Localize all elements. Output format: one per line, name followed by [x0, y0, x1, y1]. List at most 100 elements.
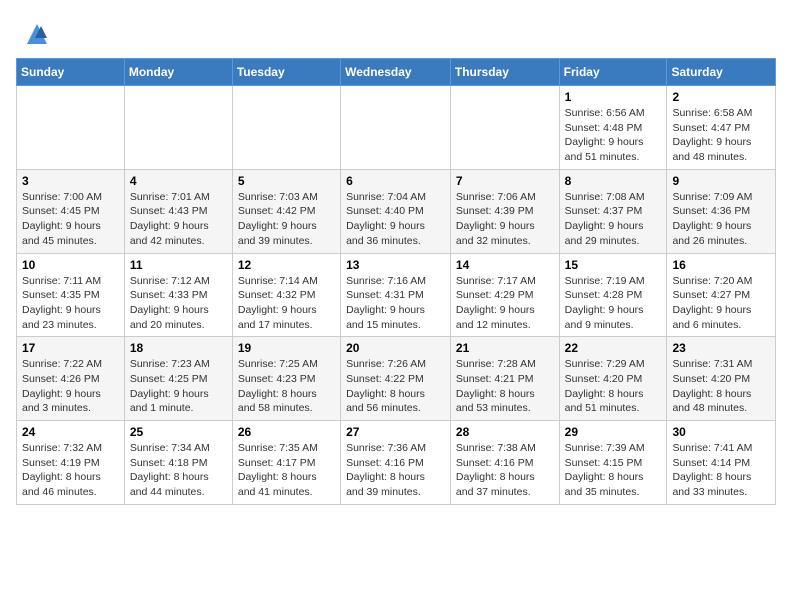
calendar-cell: 22 Sunrise: 7:29 AMSunset: 4:20 PMDayligh…: [559, 337, 667, 421]
calendar-cell: 8 Sunrise: 7:08 AMSunset: 4:37 PMDaylight…: [559, 169, 667, 253]
day-info: Sunrise: 7:03 AMSunset: 4:42 PMDaylight:…: [238, 190, 335, 249]
day-info: Sunrise: 7:09 AMSunset: 4:36 PMDaylight:…: [672, 190, 770, 249]
week-row-5: 24 Sunrise: 7:32 AMSunset: 4:19 PMDayligh…: [17, 421, 776, 505]
calendar-cell: 19Sunrise: 7:25 AMSunset: 4:23 PMDayligh…: [232, 337, 340, 421]
day-info: Sunrise: 7:14 AMSunset: 4:32 PMDaylight:…: [238, 274, 335, 333]
day-info: Sunrise: 7:12 AMSunset: 4:33 PMDaylight:…: [130, 274, 227, 333]
day-number: 14: [456, 258, 554, 272]
day-info: Sunrise: 7:38 AMSunset: 4:16 PMDaylight:…: [456, 441, 554, 500]
calendar-cell: 4Sunrise: 7:01 AMSunset: 4:43 PMDaylight…: [124, 169, 232, 253]
day-info: Sunrise: 6:58 AMSunset: 4:47 PMDaylight:…: [672, 106, 770, 165]
day-info: Sunrise: 7:19 AMSunset: 4:28 PMDaylight:…: [565, 274, 662, 333]
day-number: 15: [565, 258, 662, 272]
calendar-cell: 9 Sunrise: 7:09 AMSunset: 4:36 PMDaylight…: [667, 169, 776, 253]
day-info: Sunrise: 7:28 AMSunset: 4:21 PMDaylight:…: [456, 357, 554, 416]
calendar-cell: 13Sunrise: 7:16 AMSunset: 4:31 PMDayligh…: [341, 253, 451, 337]
day-number: 26: [238, 425, 335, 439]
day-number: 25: [130, 425, 227, 439]
weekday-header-sunday: Sunday: [17, 59, 125, 86]
day-info: Sunrise: 7:35 AMSunset: 4:17 PMDaylight:…: [238, 441, 335, 500]
calendar-cell: 18 Sunrise: 7:23 AMSunset: 4:25 PMDayligh…: [124, 337, 232, 421]
day-number: 10: [22, 258, 119, 272]
day-info: Sunrise: 7:36 AMSunset: 4:16 PMDaylight:…: [346, 441, 445, 500]
calendar-cell: 27 Sunrise: 7:36 AMSunset: 4:16 PMDayligh…: [341, 421, 451, 505]
day-number: 28: [456, 425, 554, 439]
calendar-cell: [450, 86, 559, 170]
day-number: 24: [22, 425, 119, 439]
day-number: 17: [22, 341, 119, 355]
day-number: 13: [346, 258, 445, 272]
calendar-cell: 26 Sunrise: 7:35 AMSunset: 4:17 PMDayligh…: [232, 421, 340, 505]
calendar-cell: 21Sunrise: 7:28 AMSunset: 4:21 PMDayligh…: [450, 337, 559, 421]
day-info: Sunrise: 7:34 AMSunset: 4:18 PMDaylight:…: [130, 441, 227, 500]
weekday-header-friday: Friday: [559, 59, 667, 86]
day-info: Sunrise: 7:08 AMSunset: 4:37 PMDaylight:…: [565, 190, 662, 249]
day-info: Sunrise: 7:00 AMSunset: 4:45 PMDaylight:…: [22, 190, 119, 249]
day-info: Sunrise: 7:25 AMSunset: 4:23 PMDaylight:…: [238, 357, 335, 416]
week-row-1: 1Sunrise: 6:56 AMSunset: 4:48 PMDaylight…: [17, 86, 776, 170]
calendar-cell: 12 Sunrise: 7:14 AMSunset: 4:32 PMDayligh…: [232, 253, 340, 337]
day-number: 2: [672, 90, 770, 104]
page-header: [16, 16, 776, 48]
calendar-cell: 3 Sunrise: 7:00 AMSunset: 4:45 PMDaylight…: [17, 169, 125, 253]
day-number: 29: [565, 425, 662, 439]
calendar-cell: 17 Sunrise: 7:22 AMSunset: 4:26 PMDayligh…: [17, 337, 125, 421]
calendar-cell: [232, 86, 340, 170]
day-info: Sunrise: 7:11 AMSunset: 4:35 PMDaylight:…: [22, 274, 119, 333]
weekday-header-wednesday: Wednesday: [341, 59, 451, 86]
day-number: 20: [346, 341, 445, 355]
weekday-header-saturday: Saturday: [667, 59, 776, 86]
weekday-header-tuesday: Tuesday: [232, 59, 340, 86]
calendar-cell: 2 Sunrise: 6:58 AMSunset: 4:47 PMDaylight…: [667, 86, 776, 170]
day-number: 18: [130, 341, 227, 355]
calendar-cell: 30 Sunrise: 7:41 AMSunset: 4:14 PMDayligh…: [667, 421, 776, 505]
calendar-cell: 29 Sunrise: 7:39 AMSunset: 4:15 PMDayligh…: [559, 421, 667, 505]
weekday-header-monday: Monday: [124, 59, 232, 86]
day-info: Sunrise: 7:01 AMSunset: 4:43 PMDaylight:…: [130, 190, 227, 249]
day-number: 16: [672, 258, 770, 272]
calendar-cell: 5 Sunrise: 7:03 AMSunset: 4:42 PMDaylight…: [232, 169, 340, 253]
day-info: Sunrise: 7:23 AMSunset: 4:25 PMDaylight:…: [130, 357, 227, 416]
weekday-header-row: SundayMondayTuesdayWednesdayThursdayFrid…: [17, 59, 776, 86]
day-number: 5: [238, 174, 335, 188]
calendar-cell: 6 Sunrise: 7:04 AMSunset: 4:40 PMDaylight…: [341, 169, 451, 253]
day-info: Sunrise: 7:31 AMSunset: 4:20 PMDaylight:…: [672, 357, 770, 416]
calendar-cell: 14 Sunrise: 7:17 AMSunset: 4:29 PMDayligh…: [450, 253, 559, 337]
day-info: Sunrise: 7:06 AMSunset: 4:39 PMDaylight:…: [456, 190, 554, 249]
day-info: Sunrise: 7:41 AMSunset: 4:14 PMDaylight:…: [672, 441, 770, 500]
day-number: 1: [565, 90, 662, 104]
calendar-cell: 24 Sunrise: 7:32 AMSunset: 4:19 PMDayligh…: [17, 421, 125, 505]
day-number: 23: [672, 341, 770, 355]
day-number: 27: [346, 425, 445, 439]
logo-icon: [19, 16, 51, 48]
calendar-cell: 7Sunrise: 7:06 AMSunset: 4:39 PMDaylight…: [450, 169, 559, 253]
day-info: Sunrise: 7:17 AMSunset: 4:29 PMDaylight:…: [456, 274, 554, 333]
day-number: 3: [22, 174, 119, 188]
week-row-2: 3 Sunrise: 7:00 AMSunset: 4:45 PMDaylight…: [17, 169, 776, 253]
calendar-cell: [341, 86, 451, 170]
week-row-4: 17 Sunrise: 7:22 AMSunset: 4:26 PMDayligh…: [17, 337, 776, 421]
calendar-cell: 23 Sunrise: 7:31 AMSunset: 4:20 PMDayligh…: [667, 337, 776, 421]
day-number: 22: [565, 341, 662, 355]
calendar-cell: 20 Sunrise: 7:26 AMSunset: 4:22 PMDayligh…: [341, 337, 451, 421]
calendar-cell: [17, 86, 125, 170]
day-number: 6: [346, 174, 445, 188]
day-info: Sunrise: 7:32 AMSunset: 4:19 PMDaylight:…: [22, 441, 119, 500]
calendar-cell: 15 Sunrise: 7:19 AMSunset: 4:28 PMDayligh…: [559, 253, 667, 337]
calendar-cell: 1Sunrise: 6:56 AMSunset: 4:48 PMDaylight…: [559, 86, 667, 170]
calendar-table: SundayMondayTuesdayWednesdayThursdayFrid…: [16, 58, 776, 505]
weekday-header-thursday: Thursday: [450, 59, 559, 86]
day-info: Sunrise: 7:22 AMSunset: 4:26 PMDaylight:…: [22, 357, 119, 416]
day-info: Sunrise: 7:26 AMSunset: 4:22 PMDaylight:…: [346, 357, 445, 416]
day-info: Sunrise: 7:29 AMSunset: 4:20 PMDaylight:…: [565, 357, 662, 416]
day-number: 9: [672, 174, 770, 188]
day-number: 30: [672, 425, 770, 439]
calendar-cell: 10 Sunrise: 7:11 AMSunset: 4:35 PMDayligh…: [17, 253, 125, 337]
calendar-cell: [124, 86, 232, 170]
logo: [16, 16, 51, 48]
day-info: Sunrise: 7:20 AMSunset: 4:27 PMDaylight:…: [672, 274, 770, 333]
day-number: 12: [238, 258, 335, 272]
day-number: 8: [565, 174, 662, 188]
day-info: Sunrise: 7:39 AMSunset: 4:15 PMDaylight:…: [565, 441, 662, 500]
day-info: Sunrise: 7:04 AMSunset: 4:40 PMDaylight:…: [346, 190, 445, 249]
